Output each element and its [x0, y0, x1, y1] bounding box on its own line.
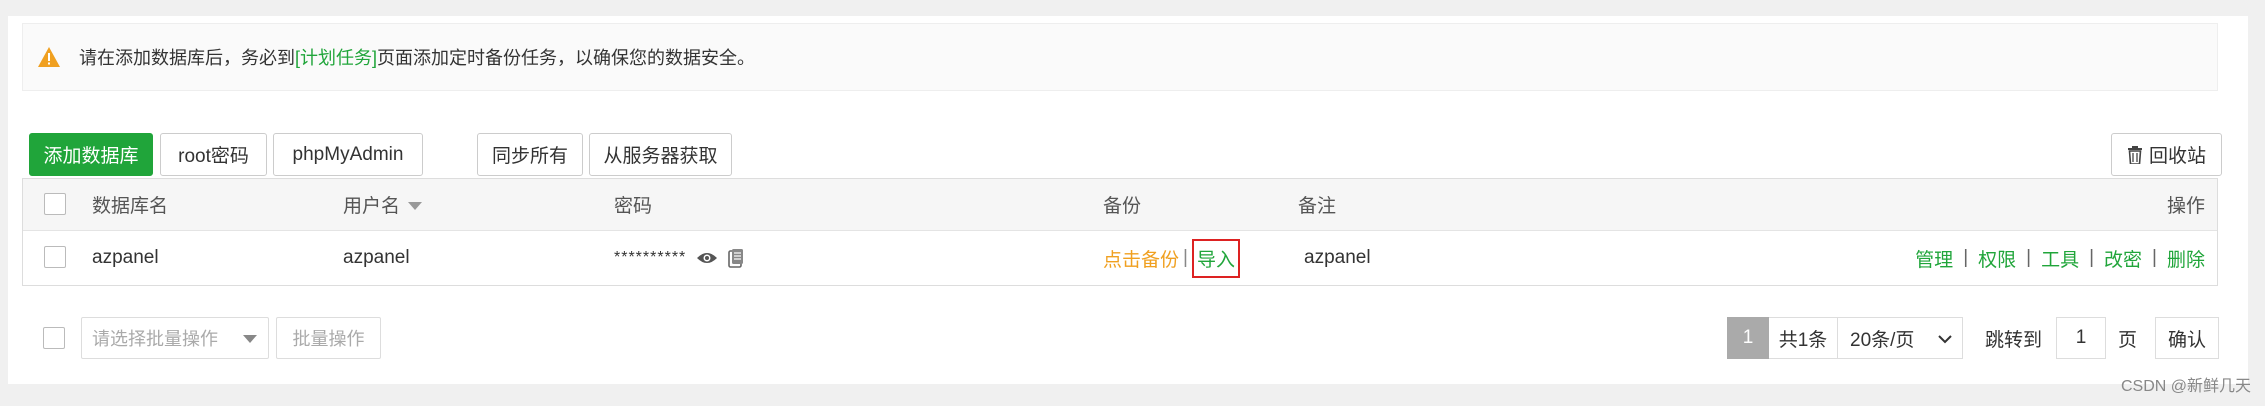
- ops-separator: |: [2089, 247, 2095, 268]
- current-page-button[interactable]: 1: [1727, 317, 1769, 359]
- database-table: 数据库名 用户名 密码 备份 备注 操作 azpanel azpanel ***…: [22, 178, 2218, 286]
- page-size-value: 20条/页: [1850, 329, 1915, 351]
- chevron-down-icon: [243, 335, 257, 343]
- ops-separator: |: [2152, 247, 2157, 268]
- alert-text-suffix: 页面添加定时备份任务，以确保您的数据安全。: [377, 48, 756, 68]
- alert-text-prefix: 请在添加数据库后，务必到: [79, 48, 295, 68]
- header-db-name: 数据库名: [92, 196, 169, 217]
- row-checkbox[interactable]: [44, 246, 66, 268]
- header-username[interactable]: 用户名: [343, 179, 423, 230]
- add-database-button[interactable]: 添加数据库: [29, 133, 153, 176]
- page-size-select[interactable]: 20条/页: [1837, 317, 1963, 359]
- header-backup: 备份: [1103, 196, 1142, 217]
- header-operations: 操作: [2166, 196, 2205, 217]
- sort-down-icon: [408, 201, 423, 210]
- total-count: 共1条: [1769, 317, 1837, 359]
- root-password-button[interactable]: root密码: [160, 133, 267, 176]
- pagination: 1 共1条 20条/页 跳转到 1 页 确认: [1727, 316, 2220, 360]
- batch-operation-button[interactable]: 批量操作: [276, 317, 381, 359]
- manage-link[interactable]: 管理: [1915, 245, 1953, 272]
- copy-icon[interactable]: [728, 248, 744, 268]
- backup-warning-alert: 请在添加数据库后，务必到 [计划任务] 页面添加定时备份任务，以确保您的数据安全。: [22, 23, 2218, 91]
- click-backup-link[interactable]: 点击备份: [1103, 245, 1179, 272]
- header-note: 备注: [1298, 196, 1337, 217]
- watermark: CSDN @新鲜几天: [2120, 378, 2251, 395]
- fetch-from-server-button[interactable]: 从服务器获取: [589, 133, 732, 176]
- username-cell: azpanel: [343, 247, 410, 268]
- jump-page-input[interactable]: 1: [2056, 317, 2107, 359]
- eye-icon[interactable]: [696, 251, 718, 265]
- table-row: azpanel azpanel ********** 点击备份 | 导入 azp…: [23, 231, 2217, 285]
- batch-select-placeholder: 请选择批量操作: [92, 329, 218, 349]
- confirm-jump-button[interactable]: 确认: [2155, 317, 2220, 359]
- ops-separator: |: [1963, 247, 1969, 268]
- recycle-bin-label: 回收站: [2148, 146, 2206, 167]
- db-name-cell: azpanel: [92, 247, 159, 268]
- warning-icon: [38, 47, 60, 67]
- masked-password: **********: [614, 249, 687, 266]
- footer-select-checkbox[interactable]: [43, 327, 65, 349]
- page-unit-label: 页: [2118, 329, 2138, 351]
- permission-link[interactable]: 权限: [1978, 245, 2016, 272]
- table-header: 数据库名 用户名 密码 备份 备注 操作: [23, 179, 2217, 231]
- recycle-bin-button[interactable]: 回收站: [2111, 133, 2222, 176]
- delete-link[interactable]: 删除: [2167, 245, 2205, 272]
- sync-all-button[interactable]: 同步所有: [477, 133, 583, 176]
- chevron-down-icon: [1938, 335, 1952, 344]
- ops-separator: |: [2026, 247, 2032, 268]
- select-all-checkbox[interactable]: [44, 193, 66, 215]
- cron-task-link[interactable]: [计划任务]: [295, 44, 377, 70]
- trash-icon: [2127, 145, 2142, 164]
- header-username-label: 用户名: [343, 196, 401, 217]
- batch-operation-select[interactable]: 请选择批量操作: [81, 317, 269, 359]
- jump-to-label: 跳转到: [1985, 329, 2043, 351]
- phpmyadmin-button[interactable]: phpMyAdmin: [273, 133, 423, 176]
- import-link[interactable]: 导入: [1191, 238, 1240, 278]
- header-password: 密码: [614, 196, 653, 217]
- change-password-link[interactable]: 改密: [2104, 245, 2142, 272]
- tools-link[interactable]: 工具: [2041, 245, 2079, 272]
- note-cell: azpanel: [1304, 247, 1371, 268]
- row-actions: 管理 | 权限 | 工具 | 改密 | 删除: [1915, 231, 2205, 285]
- backup-separator: |: [1183, 247, 1188, 268]
